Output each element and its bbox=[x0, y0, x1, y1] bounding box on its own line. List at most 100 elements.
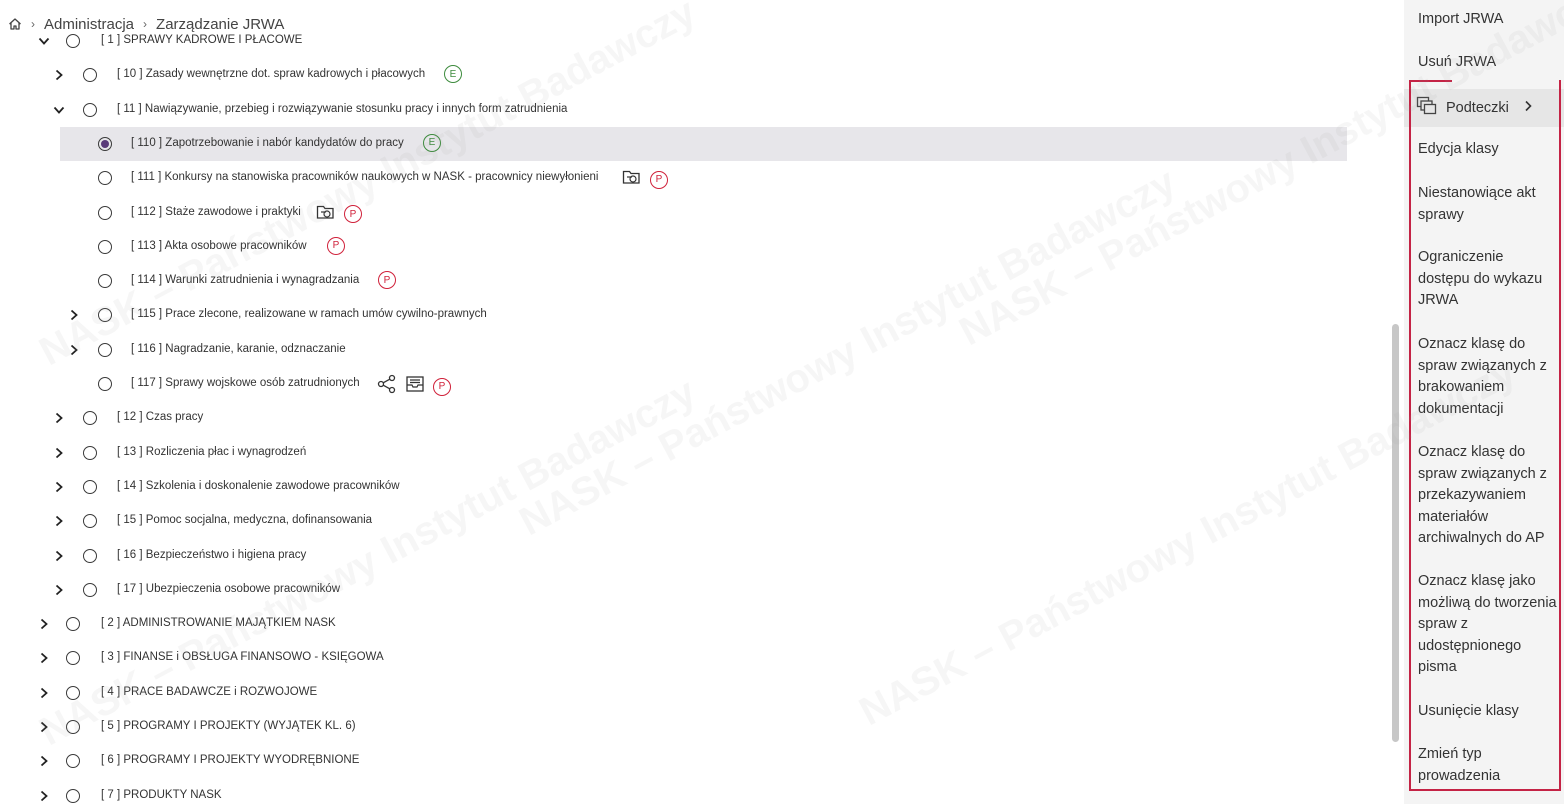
badge-e-icon: E bbox=[423, 133, 441, 152]
home-icon[interactable] bbox=[8, 17, 22, 31]
row-radio[interactable] bbox=[83, 445, 97, 460]
row-radio[interactable] bbox=[66, 720, 80, 734]
panel-action[interactable]: Oznacz klasę jako możliwą do tworzenia s… bbox=[1418, 571, 1558, 679]
panel-action[interactable]: Oznacz klasę do spraw związanych z przek… bbox=[1418, 442, 1558, 550]
chevron-right-icon[interactable] bbox=[37, 617, 51, 631]
row-radio[interactable] bbox=[83, 514, 97, 529]
frame-top bbox=[1409, 80, 1452, 82]
tree-row[interactable]: [ 6 ] PROGRAMY I PROJEKTY WYODRĘBNIONE bbox=[0, 744, 1346, 778]
tree-row[interactable]: [ 12 ] Czas pracy bbox=[0, 401, 1346, 435]
row-icons: E bbox=[444, 65, 462, 84]
panel-action[interactable]: Ograniczenie dostępu do wykazu JRWA bbox=[1418, 247, 1558, 312]
tree-row[interactable]: [ 10 ] Zasady wewnętrzne dot. spraw kadr… bbox=[0, 58, 1346, 92]
chevron-right-icon[interactable] bbox=[37, 686, 51, 700]
row-label: [ 1 ] SPRAWY KADROWE I PŁACOWE bbox=[101, 34, 303, 46]
import-jrwa-action[interactable]: Import JRWA bbox=[1418, 9, 1558, 31]
chevron-right-icon: › bbox=[31, 17, 35, 31]
row-label: [ 114 ] Warunki zatrudnienia i wynagradz… bbox=[131, 274, 360, 287]
row-label: [ 7 ] PRODUKTY NASK bbox=[101, 788, 222, 801]
row-radio[interactable] bbox=[83, 102, 97, 117]
chevron-right-icon[interactable] bbox=[37, 789, 51, 803]
row-label: [ 116 ] Nagradzanie, karanie, odznaczani… bbox=[131, 342, 346, 355]
inbox-icon bbox=[405, 375, 425, 398]
row-label: [ 11 ] Nawiązywanie, przebieg i rozwiązy… bbox=[117, 102, 568, 115]
panel-action[interactable]: Oznacz klasę do spraw związanych z brako… bbox=[1418, 334, 1558, 420]
chevron-right-icon[interactable] bbox=[37, 720, 51, 734]
row-radio[interactable] bbox=[98, 342, 112, 357]
row-radio[interactable] bbox=[98, 308, 112, 323]
row-radio[interactable] bbox=[83, 68, 97, 83]
row-icons: P bbox=[622, 168, 668, 191]
subfolders-label: Podteczki bbox=[1446, 100, 1509, 116]
tree-row[interactable]: [ 116 ] Nagradzanie, karanie, odznaczani… bbox=[0, 333, 1346, 367]
chevron-down-icon[interactable] bbox=[52, 103, 66, 117]
row-radio[interactable] bbox=[98, 239, 112, 254]
chevron-right-icon[interactable] bbox=[67, 308, 81, 322]
chevron-right-icon[interactable] bbox=[37, 651, 51, 665]
tree-row[interactable]: [ 7 ] PRODUKTY NASK bbox=[0, 779, 1346, 804]
tree-row[interactable]: [ 11 ] Nawiązywanie, przebieg i rozwiązy… bbox=[0, 93, 1346, 127]
row-icons: E bbox=[423, 133, 441, 152]
tree-row[interactable]: [ 112 ] Staże zawodowe i praktyki P bbox=[0, 196, 1346, 230]
row-radio[interactable] bbox=[98, 205, 112, 220]
row-radio[interactable] bbox=[66, 617, 80, 632]
badge-p-icon: P bbox=[378, 271, 396, 290]
tree-row[interactable]: [ 117 ] Sprawy wojskowe osób zatrudniony… bbox=[0, 367, 1346, 401]
tree-row[interactable]: [ 2 ] ADMINISTROWANIE MAJĄTKIEM NASK bbox=[0, 607, 1346, 641]
row-label: [ 13 ] Rozliczenia płac i wynagrodzeń bbox=[117, 445, 307, 458]
panel-action[interactable]: Zmień typ prowadzenia bbox=[1418, 744, 1558, 787]
folders-icon bbox=[1416, 96, 1438, 121]
tree-row[interactable]: [ 17 ] Ubezpieczenia osobowe pracowników bbox=[0, 573, 1346, 607]
chevron-right-icon[interactable] bbox=[52, 411, 66, 425]
row-radio[interactable] bbox=[83, 548, 97, 563]
chevron-right-icon[interactable] bbox=[52, 583, 66, 597]
row-icons: P bbox=[377, 374, 451, 399]
chevron-right-icon bbox=[1523, 99, 1533, 117]
chevron-right-icon: › bbox=[143, 17, 148, 31]
row-radio[interactable] bbox=[98, 136, 112, 151]
chevron-down-icon[interactable] bbox=[37, 34, 51, 48]
scrollbar-thumb[interactable] bbox=[1392, 324, 1399, 742]
chevron-right-icon[interactable] bbox=[52, 68, 66, 82]
tree-row[interactable]: [ 16 ] Bezpieczeństwo i higiena pracy bbox=[0, 539, 1346, 573]
row-label: [ 110 ] Zapotrzebowanie i nabór kandydat… bbox=[131, 136, 404, 149]
tree-row[interactable]: [ 3 ] FINANSE i OBSŁUGA FINANSOWO - KSIĘ… bbox=[0, 641, 1346, 675]
tree-row[interactable]: [ 15 ] Pomoc socjalna, medyczna, dofinan… bbox=[0, 504, 1346, 538]
row-radio[interactable] bbox=[66, 685, 80, 700]
chevron-right-icon[interactable] bbox=[37, 754, 51, 768]
chevron-right-icon[interactable] bbox=[52, 446, 66, 460]
row-radio[interactable] bbox=[83, 479, 97, 494]
row-radio[interactable] bbox=[83, 582, 97, 597]
row-label: [ 115 ] Prace zlecone, realizowane w ram… bbox=[131, 308, 487, 321]
row-radio[interactable] bbox=[98, 274, 112, 289]
delete-jrwa-action[interactable]: Usuń JRWA bbox=[1418, 52, 1558, 74]
tree-row[interactable]: [ 13 ] Rozliczenia płac i wynagrodzeń bbox=[0, 436, 1346, 470]
tree-row[interactable]: [ 111 ] Konkursy na stanowiska pracownik… bbox=[0, 161, 1346, 195]
row-radio[interactable] bbox=[83, 411, 97, 426]
badge-p-icon: P bbox=[650, 170, 668, 189]
chevron-right-icon[interactable] bbox=[52, 549, 66, 563]
tree-row[interactable]: [ 5 ] PROGRAMY I PROJEKTY (WYJĄTEK KL. 6… bbox=[0, 710, 1346, 744]
row-radio[interactable] bbox=[66, 34, 80, 48]
tree-row[interactable]: [ 110 ] Zapotrzebowanie i nabór kandydat… bbox=[60, 126, 1347, 161]
row-radio[interactable] bbox=[98, 171, 112, 186]
tree-row[interactable]: [ 113 ] Akta osobowe pracowników P bbox=[0, 230, 1346, 264]
subfolders-button[interactable]: Podteczki bbox=[1404, 89, 1564, 127]
breadcrumb-item-administracja[interactable]: Administracja bbox=[44, 16, 134, 33]
panel-action[interactable]: Usunięcie klasy bbox=[1418, 701, 1558, 723]
panel-action[interactable]: Niestanowiące akt sprawy bbox=[1418, 183, 1558, 226]
tree-row[interactable]: [ 4 ] PRACE BADAWCZE i ROZWOJOWE bbox=[0, 676, 1346, 710]
row-radio[interactable] bbox=[98, 377, 112, 391]
tree-row[interactable]: [ 114 ] Warunki zatrudnienia i wynagradz… bbox=[0, 264, 1346, 298]
row-radio[interactable] bbox=[66, 754, 80, 769]
panel-action[interactable]: Edycja klasy bbox=[1418, 139, 1558, 161]
chevron-right-icon[interactable] bbox=[67, 343, 81, 357]
main-content: [ 1 ] SPRAWY KADROWE I PŁACOWE [ 10 ] Zas… bbox=[0, 0, 1354, 804]
tree-row[interactable]: [ 115 ] Prace zlecone, realizowane w ram… bbox=[0, 298, 1346, 332]
share-icon bbox=[377, 374, 397, 399]
tree-row[interactable]: [ 14 ] Szkolenia i doskonalenie zawodowe… bbox=[0, 470, 1346, 504]
row-radio[interactable] bbox=[66, 788, 80, 803]
chevron-right-icon[interactable] bbox=[52, 480, 66, 494]
chevron-right-icon[interactable] bbox=[52, 514, 66, 528]
row-radio[interactable] bbox=[66, 651, 80, 666]
